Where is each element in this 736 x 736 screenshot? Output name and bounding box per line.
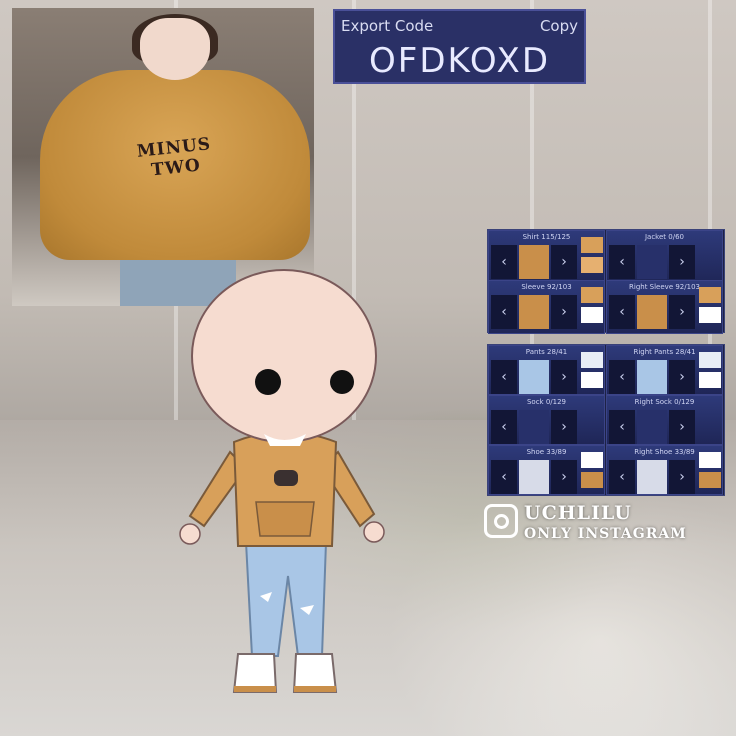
slot-right-sleeve: Right Sleeve 92/103 ‹ ›: [606, 280, 723, 334]
item-preview: [519, 360, 549, 394]
instagram-icon: [484, 504, 518, 538]
character-head: [191, 269, 377, 446]
slot-shoe: Shoe 33/89 ‹ ›: [488, 445, 605, 495]
copy-button[interactable]: Copy: [540, 17, 578, 35]
next-arrow-icon[interactable]: ›: [669, 360, 695, 394]
color-swatch[interactable]: [699, 352, 721, 368]
slot-sock: Sock 0/129 ‹ ›: [488, 395, 605, 445]
next-arrow-icon[interactable]: ›: [669, 460, 695, 494]
character-jeans: [244, 541, 328, 657]
item-preview: [519, 460, 549, 494]
item-preview: [637, 460, 667, 494]
character-sweater: [232, 431, 338, 547]
export-code-label: Export Code: [341, 17, 434, 35]
item-preview: [637, 410, 667, 444]
color-swatch[interactable]: [699, 452, 721, 468]
prev-arrow-icon[interactable]: ‹: [491, 360, 517, 394]
slot-sleeve: Sleeve 92/103 ‹ ›: [488, 280, 605, 334]
slot-shirt: Shirt 115/125 ‹ ›: [488, 230, 605, 284]
item-preview: [519, 295, 549, 329]
next-arrow-icon[interactable]: ›: [551, 460, 577, 494]
color-swatch[interactable]: [581, 372, 603, 388]
export-code-box: Export Code Copy OFDKOXD: [333, 9, 586, 84]
color-swatch[interactable]: [581, 257, 603, 273]
character-shoes: [232, 653, 338, 693]
slot-title: Right Sock 0/129: [634, 398, 695, 406]
prev-arrow-icon[interactable]: ‹: [609, 295, 635, 329]
color-swatch[interactable]: [699, 472, 721, 488]
next-arrow-icon[interactable]: ›: [551, 245, 577, 279]
next-arrow-icon[interactable]: ›: [551, 360, 577, 394]
item-preview: [519, 245, 549, 279]
color-swatch[interactable]: [699, 307, 721, 323]
outfit-panel-bottom: Pants 28/41 ‹ › Right Pants 28/41 ‹ › So…: [487, 344, 725, 496]
item-preview: [637, 245, 667, 279]
prev-arrow-icon[interactable]: ‹: [491, 410, 517, 444]
next-arrow-icon[interactable]: ›: [669, 295, 695, 329]
gacha-character: [179, 269, 385, 693]
color-swatch[interactable]: [581, 307, 603, 323]
color-swatch[interactable]: [699, 287, 721, 303]
prev-arrow-icon[interactable]: ‹: [609, 245, 635, 279]
color-swatch[interactable]: [699, 372, 721, 388]
next-arrow-icon[interactable]: ›: [669, 245, 695, 279]
item-preview: [519, 410, 549, 444]
export-code-value: OFDKOXD: [369, 41, 550, 81]
slot-title: Sock 0/129: [526, 398, 567, 406]
next-arrow-icon[interactable]: ›: [669, 410, 695, 444]
next-arrow-icon[interactable]: ›: [551, 410, 577, 444]
prev-arrow-icon[interactable]: ‹: [491, 460, 517, 494]
photo-face: [140, 18, 210, 80]
slot-jacket: Jacket 0/60 ‹ ›: [606, 230, 723, 284]
slot-title: Jacket 0/60: [644, 233, 684, 241]
watermark-name: UCHLILU: [524, 502, 632, 524]
watermark-subtitle: ONLY INSTAGRAM: [524, 526, 687, 542]
next-arrow-icon[interactable]: ›: [551, 295, 577, 329]
prev-arrow-icon[interactable]: ‹: [491, 245, 517, 279]
outfit-panel-top: Shirt 115/125 ‹ › Jacket 0/60 ‹ › Sleeve…: [487, 229, 725, 334]
color-swatch[interactable]: [581, 237, 603, 253]
color-swatch[interactable]: [581, 452, 603, 468]
prev-arrow-icon[interactable]: ‹: [609, 460, 635, 494]
color-swatch[interactable]: [581, 287, 603, 303]
slot-right-sock: Right Sock 0/129 ‹ ›: [606, 395, 723, 445]
prev-arrow-icon[interactable]: ‹: [609, 410, 635, 444]
slot-pants: Pants 28/41 ‹ ›: [488, 345, 605, 395]
slot-right-shoe: Right Shoe 33/89 ‹ ›: [606, 445, 723, 495]
item-preview: [637, 295, 667, 329]
item-preview: [637, 360, 667, 394]
slot-right-pants: Right Pants 28/41 ‹ ›: [606, 345, 723, 395]
color-swatch[interactable]: [581, 472, 603, 488]
color-swatch[interactable]: [581, 352, 603, 368]
prev-arrow-icon[interactable]: ‹: [491, 295, 517, 329]
prev-arrow-icon[interactable]: ‹: [609, 360, 635, 394]
